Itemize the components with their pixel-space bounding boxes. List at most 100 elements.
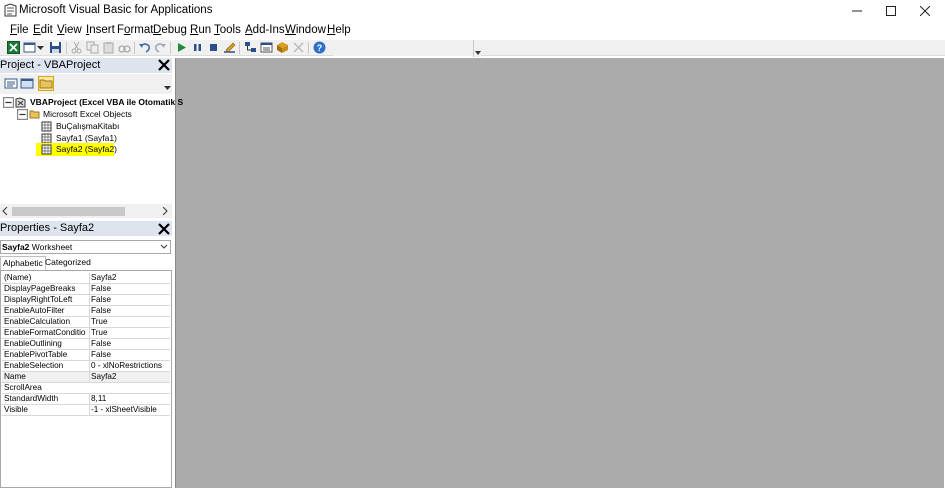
- close-icon: [158, 59, 170, 71]
- view-code-icon[interactable]: [4, 77, 18, 90]
- chevron-right-icon[interactable]: [162, 207, 168, 215]
- property-row[interactable]: EnableFormatConditionsCalculationTrue: [2, 328, 170, 339]
- project-tree[interactable]: VBAProject (Excel VBA ile Otomatik S Mic…: [0, 94, 183, 204]
- menu-tools[interactable]: Tools: [214, 24, 241, 36]
- run-icon[interactable]: [175, 41, 188, 54]
- view-excel-icon[interactable]: [7, 41, 20, 54]
- tree-node-vbaproject[interactable]: VBAProject (Excel VBA ile Otomatik S: [3, 97, 183, 109]
- tree-label: Sayfa2 (Sayfa2): [56, 144, 117, 154]
- menu-edit[interactable]: Edit: [33, 24, 53, 36]
- toggle-folders-button[interactable]: [38, 76, 54, 91]
- tree-label: BuÇalışmaKitabı: [56, 121, 120, 131]
- reset-icon[interactable]: [207, 41, 220, 54]
- properties-window-icon[interactable]: [260, 41, 273, 54]
- properties-grid[interactable]: (Name) Sayfa2 DisplayPageBreaks False Disp…: [0, 270, 172, 488]
- menu-run[interactable]: Run: [190, 24, 211, 36]
- minimize-button[interactable]: [840, 0, 874, 22]
- menu-format[interactable]: Format: [117, 24, 153, 36]
- folder-icon: [29, 110, 40, 119]
- worksheet-icon: [41, 144, 52, 155]
- menu-add-ins[interactable]: Add-Ins: [245, 24, 285, 36]
- property-row[interactable]: Visible -1 - xlSheetVisible: [2, 405, 170, 416]
- object-type: Worksheet: [31, 242, 73, 252]
- maximize-icon: [886, 6, 896, 16]
- property-row[interactable]: EnableOutlining False: [2, 339, 170, 350]
- properties-panel-close-button[interactable]: [157, 222, 171, 236]
- chevron-down-icon: [164, 86, 171, 90]
- standard-toolbar: ?: [0, 40, 945, 57]
- workbook-icon: [41, 121, 52, 132]
- tree-label: VBAProject (Excel VBA ile Otomatik S: [30, 97, 184, 107]
- property-row[interactable]: EnableAutoFilter False: [2, 306, 170, 317]
- tree-node-excel-objects[interactable]: Microsoft Excel Objects: [17, 109, 167, 121]
- redo-icon[interactable]: [154, 41, 167, 54]
- tree-node-sayfa2[interactable]: Sayfa2 (Sayfa2): [36, 143, 117, 156]
- design-mode-icon[interactable]: [223, 41, 236, 54]
- project-tree-hscrollbar[interactable]: [0, 204, 172, 218]
- copy-icon[interactable]: [86, 41, 99, 54]
- property-row[interactable]: Name Sayfa2: [2, 372, 170, 383]
- save-icon[interactable]: [49, 41, 62, 54]
- paste-icon[interactable]: [102, 41, 115, 54]
- toolbar-options-button[interactable]: [473, 40, 481, 57]
- title-bar: Microsoft Visual Basic for Applications: [0, 0, 945, 22]
- property-row[interactable]: DisplayRightToLeft False: [2, 295, 170, 306]
- property-row[interactable]: ScrollArea: [2, 383, 170, 394]
- vba-app-icon: [4, 3, 17, 17]
- project-panel-header: Project - VBAProject: [0, 58, 172, 73]
- property-row[interactable]: EnableSelection 0 - xlNoRestrictions: [2, 361, 170, 372]
- cut-icon[interactable]: [70, 41, 83, 54]
- minimize-icon: [852, 10, 862, 12]
- property-row[interactable]: StandardWidth 8,11: [2, 394, 170, 405]
- scrollbar-thumb[interactable]: [12, 207, 125, 216]
- tree-label: Microsoft Excel Objects: [43, 109, 132, 119]
- undo-icon[interactable]: [138, 41, 151, 54]
- collapse-icon[interactable]: [3, 97, 14, 108]
- project-panel-toolbar: [0, 74, 172, 94]
- window-title: Microsoft Visual Basic for Applications: [19, 4, 213, 16]
- toolbar-separator: [134, 42, 135, 54]
- property-row[interactable]: EnablePivotTable False: [2, 350, 170, 361]
- menu-view[interactable]: View: [57, 24, 82, 36]
- object-selector-dropdown[interactable]: Sayfa2 Worksheet: [0, 240, 171, 254]
- toolbar-separator: [170, 42, 171, 54]
- object-browser-icon[interactable]: [276, 41, 289, 54]
- toolbox-icon[interactable]: [292, 41, 305, 54]
- menu-file[interactable]: File: [10, 24, 29, 36]
- project-explorer-icon[interactable]: [244, 41, 257, 54]
- chevron-down-icon: [160, 244, 168, 249]
- chevron-down-icon: [475, 51, 481, 55]
- project-panel-close-button[interactable]: [157, 58, 171, 72]
- view-object-icon[interactable]: [20, 77, 34, 90]
- tab-categorized[interactable]: Categorized: [43, 256, 93, 270]
- properties-tabs: Alphabetic Categorized: [0, 256, 172, 270]
- toolbar-separator: [308, 42, 309, 54]
- tab-alphabetic[interactable]: Alphabetic: [0, 256, 46, 270]
- property-row[interactable]: EnableCalculation True: [2, 317, 170, 328]
- project-panel-title: Project - VBAProject: [0, 59, 101, 71]
- insert-module-icon[interactable]: [23, 41, 36, 54]
- close-icon: [158, 223, 170, 235]
- collapse-icon[interactable]: [17, 109, 28, 120]
- tree-node-workbook[interactable]: BuÇalışmaKitabı: [41, 121, 141, 133]
- toolbar-separator: [66, 42, 67, 54]
- toolbar-separator: [239, 42, 240, 54]
- help-icon[interactable]: ?: [313, 41, 326, 54]
- code-workspace[interactable]: [175, 58, 944, 488]
- break-icon[interactable]: [191, 41, 204, 54]
- menu-window[interactable]: Window: [285, 24, 326, 36]
- object-name: Sayfa2: [2, 242, 30, 252]
- close-button[interactable]: [908, 0, 942, 22]
- property-row[interactable]: DisplayPageBreaks False: [2, 284, 170, 295]
- folder-icon: [39, 79, 53, 89]
- menu-debug[interactable]: Debug: [153, 24, 187, 36]
- dropdown-arrow-icon[interactable]: [36, 41, 45, 54]
- property-row[interactable]: (Name) Sayfa2: [2, 273, 170, 284]
- toolbar-status-area: [333, 40, 473, 56]
- menu-insert[interactable]: Insert: [86, 24, 115, 36]
- maximize-button[interactable]: [874, 0, 908, 22]
- project-panel-scroll[interactable]: [163, 74, 172, 94]
- menu-help[interactable]: Help: [327, 24, 351, 36]
- chevron-left-icon[interactable]: [2, 207, 8, 215]
- find-icon[interactable]: [118, 41, 131, 54]
